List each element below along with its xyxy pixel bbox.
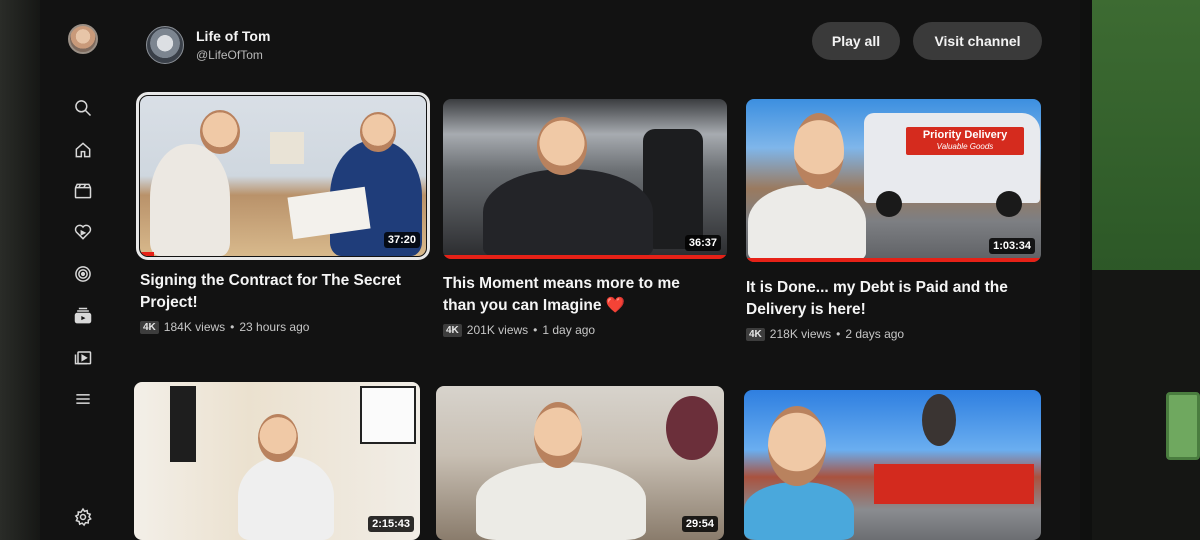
video-thumbnail[interactable]: 36:37 — [443, 99, 727, 259]
van-sign: Priority Delivery Valuable Goods — [906, 127, 1024, 155]
subscriptions-icon[interactable] — [70, 219, 96, 245]
video-thumbnail[interactable]: Priority Delivery Valuable Goods 1:03:34 — [746, 99, 1041, 262]
video-card[interactable]: 37:20 Signing the Contract for The Secre… — [136, 92, 430, 336]
left-nav-rail — [40, 0, 124, 540]
video-title: It is Done... my Debt is Paid and the De… — [746, 279, 1008, 318]
video-title: Signing the Contract for The Secret Proj… — [140, 272, 401, 311]
view-count: 184K views — [163, 320, 226, 334]
background-device — [1166, 392, 1200, 460]
video-card[interactable] — [744, 390, 1041, 540]
clapperboard-icon[interactable] — [70, 178, 96, 204]
video-duration: 36:37 — [684, 235, 721, 251]
search-icon[interactable] — [70, 95, 96, 121]
menu-icon[interactable] — [70, 386, 96, 412]
tv-screen: Life of Tom @LifeOfTom Play all Visit ch… — [40, 0, 1080, 540]
video-card[interactable]: 2:15:43 — [134, 382, 420, 540]
video-duration: 29:54 — [681, 516, 718, 532]
video-thumbnail[interactable]: 2:15:43 — [134, 382, 420, 540]
video-thumbnail[interactable]: 37:20 — [136, 92, 430, 260]
upload-age: 1 day ago — [542, 323, 596, 337]
live-icon[interactable] — [70, 261, 96, 287]
tv-bezel-left — [0, 0, 40, 540]
video-thumbnail[interactable] — [744, 390, 1041, 540]
video-duration: 1:03:34 — [989, 238, 1035, 254]
visit-channel-button[interactable]: Visit channel — [913, 22, 1042, 60]
playlist-icon[interactable] — [70, 344, 96, 370]
upload-age: 23 hours ago — [239, 320, 310, 334]
upload-age: 2 days ago — [845, 327, 905, 341]
video-card[interactable]: 36:37 This Moment means more to me than … — [443, 99, 727, 343]
video-duration: 37:20 — [383, 232, 420, 248]
meta-separator: • — [836, 327, 841, 341]
settings-icon[interactable] — [70, 504, 96, 530]
channel-name: Life of Tom — [196, 28, 271, 44]
4k-badge: 4K — [746, 327, 765, 341]
library-icon[interactable] — [70, 303, 96, 329]
video-duration: 2:15:43 — [368, 516, 414, 532]
meta-separator: • — [533, 323, 538, 337]
channel-avatar — [146, 26, 184, 64]
video-title: This Moment means more to me than you ca… — [443, 275, 680, 314]
watch-progress-bar — [140, 252, 155, 256]
watch-progress-bar — [443, 255, 727, 259]
view-count: 218K views — [769, 327, 832, 341]
video-meta: 4K 201K views • 1 day ago — [443, 323, 595, 337]
video-card[interactable]: Priority Delivery Valuable Goods 1:03:34… — [746, 99, 1041, 347]
view-count: 201K views — [466, 323, 529, 337]
home-icon[interactable] — [70, 137, 96, 163]
4k-badge: 4K — [140, 320, 159, 334]
watch-progress-bar — [746, 258, 1041, 262]
play-all-button[interactable]: Play all — [812, 22, 900, 60]
heart-icon: ❤️ — [605, 297, 626, 314]
4k-badge: 4K — [443, 323, 462, 337]
video-card[interactable]: 29:54 — [436, 386, 724, 540]
video-meta: 4K 184K views • 23 hours ago — [140, 320, 309, 334]
channel-handle: @LifeOfTom — [196, 48, 263, 62]
tv-bezel-right — [1080, 0, 1092, 540]
video-meta: 4K 218K views • 2 days ago — [746, 327, 904, 341]
account-avatar[interactable] — [68, 24, 98, 54]
meta-separator: • — [230, 320, 235, 334]
video-thumbnail[interactable]: 29:54 — [436, 386, 724, 540]
